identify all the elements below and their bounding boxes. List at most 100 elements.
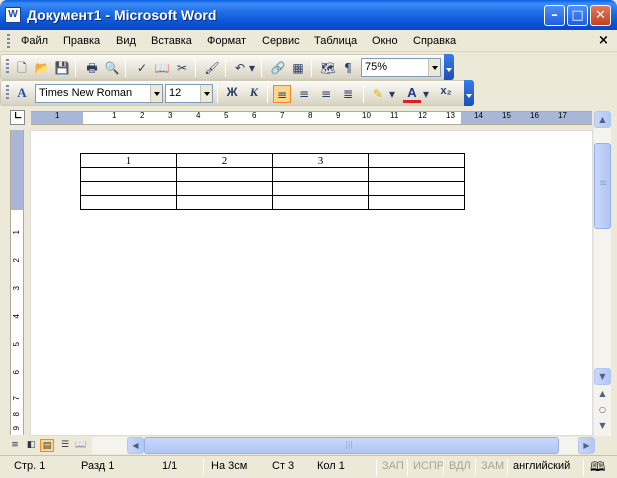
justify-icon[interactable]: ≣ (339, 85, 357, 103)
table-cell[interactable] (176, 181, 273, 196)
menu-table[interactable]: Таблица (314, 35, 357, 47)
menu-file[interactable]: Файл (21, 35, 48, 47)
table-cell[interactable] (368, 167, 465, 182)
close-icon: ✕ (595, 8, 606, 23)
reading-layout-icon[interactable]: 📖 (74, 439, 88, 452)
highlight-icon[interactable]: ✎ (369, 85, 387, 103)
menu-format[interactable]: Формат (207, 35, 246, 47)
cut-icon[interactable]: ✂ (173, 59, 191, 77)
insert-table-icon[interactable]: ▦ (289, 59, 307, 77)
insert-hyperlink-icon[interactable]: 🔗 (269, 59, 287, 77)
maximize-button[interactable]: □ (567, 5, 588, 26)
spelling-icon[interactable]: ✓ (133, 59, 151, 77)
menubar-grip-icon[interactable] (7, 34, 10, 48)
table-cell[interactable] (80, 167, 177, 182)
zoom-select[interactable]: 75% (361, 58, 441, 77)
font-size-select[interactable]: 12 (165, 84, 213, 103)
menu-help[interactable]: Справка (413, 35, 456, 47)
menu-insert[interactable]: Вставка (151, 35, 192, 47)
table-cell[interactable] (176, 167, 273, 182)
menu-tools[interactable]: Сервис (262, 35, 300, 47)
toolbar-options-icon[interactable] (464, 80, 474, 106)
save-icon[interactable]: 💾 (53, 59, 71, 77)
research-icon[interactable]: 📖 (153, 59, 171, 77)
table-cell[interactable] (272, 167, 369, 182)
table-row: 1 2 3 (80, 153, 465, 168)
chevron-down-icon[interactable] (150, 85, 162, 102)
status-language[interactable]: английский (513, 459, 570, 476)
horizontal-scroll-thumb[interactable] (144, 437, 559, 454)
font-color-icon[interactable]: A (403, 85, 421, 103)
ruler-tick: 6 (12, 370, 21, 375)
document-map-icon[interactable]: 🗺 (319, 59, 337, 77)
open-folder-icon[interactable]: 📂 (33, 59, 51, 77)
bold-icon[interactable]: Ж (223, 85, 241, 103)
table-cell[interactable] (80, 181, 177, 196)
horizontal-ruler[interactable]: 1 1 2 3 4 5 6 7 8 9 10 11 12 13 14 15 16… (31, 111, 592, 125)
document-close-icon[interactable]: × (598, 33, 609, 48)
status-record-macro[interactable]: ЗАП (382, 459, 404, 476)
new-document-icon[interactable]: 🗋 (13, 59, 31, 77)
toolbar-grip-icon[interactable] (6, 59, 9, 73)
toolbar-options-icon[interactable] (444, 54, 454, 80)
format-painter-icon[interactable]: 🖌 (203, 59, 221, 77)
chevron-down-icon[interactable] (428, 59, 440, 76)
font-name-value: Times New Roman (39, 87, 133, 99)
title-bar[interactable]: W Документ1 - Microsoft Word – □ ✕ (0, 0, 617, 30)
table-cell[interactable] (368, 195, 465, 210)
vertical-scroll-thumb[interactable] (594, 143, 611, 229)
minimize-button[interactable]: – (544, 5, 565, 26)
table-cell[interactable] (368, 181, 465, 196)
vertical-scrollbar[interactable]: ▲ ▼ ▲ ○ ▼ (594, 111, 611, 436)
align-center-icon[interactable]: ≡ (295, 85, 313, 103)
table-cell[interactable]: 1 (80, 153, 177, 168)
word-app-icon[interactable]: W (5, 7, 21, 23)
subscript-icon[interactable]: x₂ (437, 85, 455, 103)
scroll-down-icon[interactable]: ▼ (594, 368, 611, 385)
align-left-icon[interactable]: ≡ (273, 85, 291, 103)
status-overtype[interactable]: ЗАМ (481, 459, 504, 476)
close-button[interactable]: ✕ (590, 5, 611, 26)
table-cell[interactable] (176, 195, 273, 210)
document-page[interactable]: 1 2 3 (30, 130, 593, 436)
print-layout-icon[interactable]: ▤ (40, 439, 54, 452)
table-cell[interactable]: 3 (272, 153, 369, 168)
normal-view-icon[interactable]: ≡ (8, 439, 22, 452)
spelling-status-icon[interactable]: 🕮 (590, 459, 605, 476)
highlight-dropdown-icon[interactable]: ▾ (387, 85, 397, 103)
print-icon[interactable]: 🖶 (83, 59, 101, 77)
show-formatting-icon[interactable]: ¶ (339, 59, 357, 77)
select-browse-object-icon[interactable]: ○ (594, 402, 611, 419)
document-table[interactable]: 1 2 3 (80, 153, 465, 210)
table-cell[interactable] (368, 153, 465, 168)
horizontal-scrollbar[interactable]: ◀ ▶ (92, 437, 595, 454)
table-cell[interactable] (80, 195, 177, 210)
chevron-down-icon[interactable] (200, 85, 212, 102)
print-preview-icon[interactable]: 🔍 (103, 59, 121, 77)
tab-selector[interactable]: ∟ (10, 110, 25, 125)
undo-dropdown-icon[interactable]: ▾ (247, 59, 257, 77)
font-color-dropdown-icon[interactable]: ▾ (421, 85, 431, 103)
outline-view-icon[interactable]: ☰ (58, 439, 72, 452)
menu-window[interactable]: Окно (372, 35, 398, 47)
align-right-icon[interactable]: ≡ (317, 85, 335, 103)
italic-icon[interactable]: К (245, 85, 263, 103)
status-extend[interactable]: ВДЛ (449, 459, 471, 476)
previous-page-icon[interactable]: ▲ (594, 386, 611, 403)
menu-edit[interactable]: Правка (63, 35, 100, 47)
styles-icon[interactable]: A (13, 85, 31, 103)
toolbar-separator (261, 59, 262, 77)
toolbar-grip-icon[interactable] (6, 85, 9, 99)
next-page-icon[interactable]: ▼ (594, 418, 611, 435)
scroll-up-icon[interactable]: ▲ (594, 111, 611, 128)
web-layout-icon[interactable]: ◧ (24, 439, 38, 452)
table-cell[interactable]: 2 (176, 153, 273, 168)
scroll-left-icon[interactable]: ◀ (127, 437, 144, 454)
vertical-ruler[interactable]: 1 2 3 4 5 6 7 8 9 (10, 130, 24, 435)
scroll-right-icon[interactable]: ▶ (578, 437, 595, 454)
table-cell[interactable] (272, 195, 369, 210)
menu-view[interactable]: Вид (116, 35, 136, 47)
status-track-changes[interactable]: ИСПР (413, 459, 444, 476)
font-select[interactable]: Times New Roman (35, 84, 163, 103)
table-cell[interactable] (272, 181, 369, 196)
